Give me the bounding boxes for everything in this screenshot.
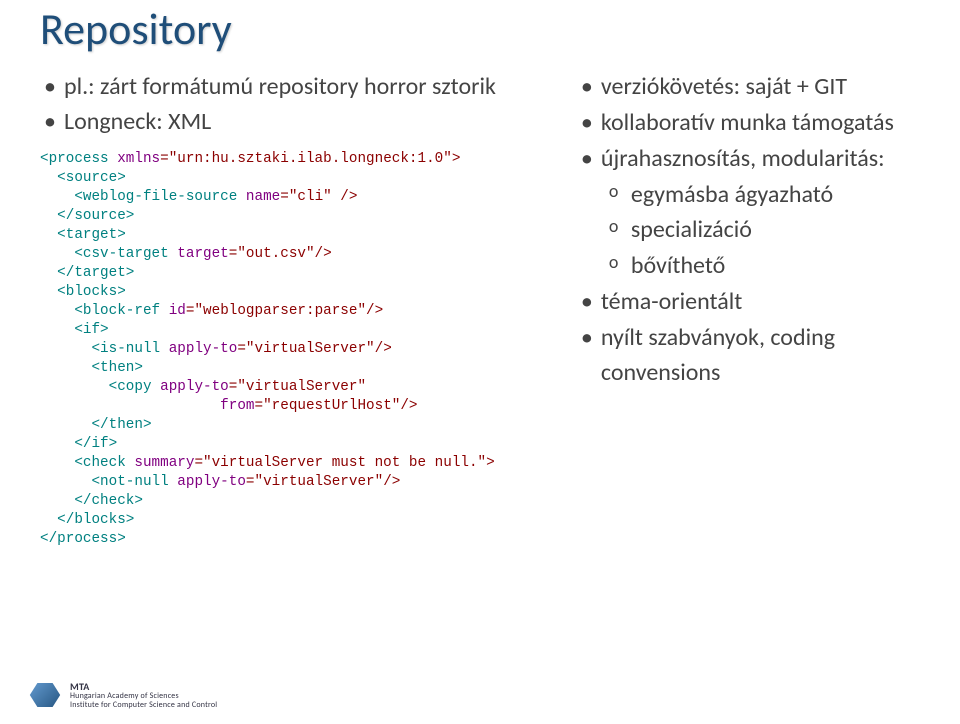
bullet-line: nyílt szabványok, coding convensions bbox=[575, 321, 930, 391]
code-str: ="weblogparser:parse"/> bbox=[186, 303, 383, 319]
code-tag: <check bbox=[40, 455, 126, 471]
sub-bullet-wrap: egymásba ágyazható specializáció bővíthe… bbox=[575, 178, 930, 284]
xml-code-block: <process xmlns="urn:hu.sztaki.ilab.longn… bbox=[40, 150, 555, 549]
code-str: ="out.csv"/> bbox=[229, 246, 332, 262]
code-tag: <block-ref bbox=[40, 303, 160, 319]
code-tag: </then> bbox=[40, 417, 152, 433]
logo-icon bbox=[26, 680, 64, 710]
bullet-line: újrahasznosítás, modularitás: bbox=[575, 142, 930, 177]
code-str: ="requestUrlHost"/> bbox=[255, 398, 418, 414]
bullet-line: téma-orientált bbox=[575, 285, 930, 320]
bullet-line: pl.: zárt formátumú repository horror sz… bbox=[40, 70, 555, 105]
content-area: pl.: zárt formátumú repository horror sz… bbox=[40, 70, 930, 549]
code-attr: apply-to bbox=[169, 474, 246, 490]
code-tag: <copy bbox=[40, 379, 152, 395]
code-tag: <target> bbox=[40, 227, 126, 243]
page-title: Repository bbox=[40, 0, 930, 52]
left-column: pl.: zárt formátumú repository horror sz… bbox=[40, 70, 555, 549]
code-str: ="virtualServer"/> bbox=[237, 341, 391, 357]
code-attr: apply-to bbox=[152, 379, 229, 395]
code-tag: <not-null bbox=[40, 474, 169, 490]
logo-text: MTA Hungarian Academy of Sciences Instit… bbox=[70, 681, 217, 710]
sub-bullet-line: bővíthető bbox=[603, 249, 930, 284]
code-indent bbox=[40, 398, 220, 414]
code-tag: <is-null bbox=[40, 341, 160, 357]
code-tag: </process> bbox=[40, 531, 126, 547]
code-tag: </blocks> bbox=[40, 512, 134, 528]
code-str: ="virtualServer must not be null."> bbox=[194, 455, 494, 471]
code-str: ="cli" /> bbox=[280, 189, 357, 205]
footer-logo: MTA Hungarian Academy of Sciences Instit… bbox=[26, 680, 217, 710]
code-attr: from bbox=[220, 398, 254, 414]
bullet-line: Longneck: XML bbox=[40, 105, 555, 140]
code-attr: apply-to bbox=[160, 341, 237, 357]
code-tag: <process bbox=[40, 151, 109, 167]
code-attr: xmlns bbox=[109, 151, 160, 167]
right-column: verziókövetés: saját + GIT kollaboratív … bbox=[575, 70, 930, 549]
code-tag: <source> bbox=[40, 170, 126, 186]
code-attr: id bbox=[160, 303, 186, 319]
code-tag: </check> bbox=[40, 493, 143, 509]
code-tag: <csv-target bbox=[40, 246, 169, 262]
code-tag: <then> bbox=[40, 360, 143, 376]
code-str: ="urn:hu.sztaki.ilab.longneck:1.0"> bbox=[160, 151, 460, 167]
bullet-line: kollaboratív munka támogatás bbox=[575, 106, 930, 141]
code-tag: <weblog-file-source bbox=[40, 189, 237, 205]
code-attr: summary bbox=[126, 455, 195, 471]
code-attr: target bbox=[169, 246, 229, 262]
code-tag: </if> bbox=[40, 436, 117, 452]
code-tag: </target> bbox=[40, 265, 134, 281]
code-tag: <blocks> bbox=[40, 284, 126, 300]
right-bullets: verziókövetés: saját + GIT kollaboratív … bbox=[575, 70, 930, 390]
code-tag: <if> bbox=[40, 322, 109, 338]
code-str: ="virtualServer"/> bbox=[246, 474, 400, 490]
code-tag: </source> bbox=[40, 208, 134, 224]
org-line: Institute for Computer Science and Contr… bbox=[70, 701, 217, 710]
code-str: ="virtualServer" bbox=[229, 379, 366, 395]
sub-bullet-line: specializáció bbox=[603, 213, 930, 248]
code-attr: name bbox=[237, 189, 280, 205]
sub-bullet-line: egymásba ágyazható bbox=[603, 178, 930, 213]
sub-bullets: egymásba ágyazható specializáció bővíthe… bbox=[603, 178, 930, 284]
bullet-line: verziókövetés: saját + GIT bbox=[575, 70, 930, 105]
left-bullets: pl.: zárt formátumú repository horror sz… bbox=[40, 70, 555, 140]
